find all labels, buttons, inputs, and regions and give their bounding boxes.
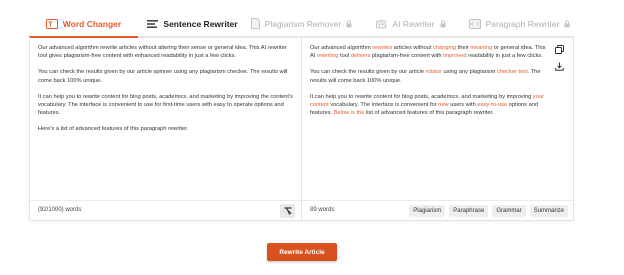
editor-panel: Our advanced algorithm rewrite articles … bbox=[29, 37, 574, 221]
tab-sentence-rewriter[interactable]: Sentence Rewriter bbox=[138, 11, 247, 38]
output-text: Our advanced algorithm rewrites articles… bbox=[310, 44, 548, 125]
tab-label: AI Rewriter bbox=[392, 18, 435, 29]
input-paragraph: Our advanced algorithm rewrite articles … bbox=[38, 45, 287, 60]
input-paragraph: It can help you to rewrite content for b… bbox=[38, 93, 293, 117]
lock-icon bbox=[440, 19, 446, 28]
tab-label: Word Changer bbox=[62, 18, 122, 29]
tab-plagiarism-remover[interactable]: Plagiarism Remover bbox=[247, 11, 356, 38]
paraphrase-button[interactable]: Paraphrase bbox=[449, 205, 489, 217]
tab-label: Sentence Rewriter bbox=[163, 18, 238, 29]
changed-word[interactable]: rewrites bbox=[372, 45, 392, 51]
copy-icon bbox=[554, 41, 564, 59]
output-text-segment: Our advanced algorithm bbox=[310, 45, 373, 51]
input-textarea[interactable]: Our advanced algorithm rewrite articles … bbox=[38, 44, 293, 141]
check-buttons: Plagiarism Paraphrase Grammar Summarize bbox=[409, 205, 568, 217]
output-text-segment: articles without bbox=[392, 45, 433, 51]
output-pane: Our advanced algorithm rewrites articles… bbox=[302, 37, 573, 220]
plagiarism-button[interactable]: Plagiarism bbox=[409, 205, 446, 217]
input-footer: (92/1000) words bbox=[30, 200, 301, 220]
input-paragraph: Here's a list of advanced features of th… bbox=[38, 126, 189, 133]
output-paragraph: You can check the results given by our a… bbox=[310, 68, 548, 85]
sentence-icon bbox=[147, 19, 159, 29]
input-paragraph: You can check the results given by our a… bbox=[38, 69, 288, 84]
output-text-segment: It can help you to rewrite content for b… bbox=[310, 93, 533, 100]
paragraph-icon bbox=[468, 18, 481, 29]
grammar-button[interactable]: Grammar bbox=[492, 205, 526, 217]
tool-tabs: T Word Changer Sentence Rewriter Plagiar… bbox=[29, 11, 574, 38]
output-text-segment: using any plagiarism bbox=[441, 69, 497, 76]
clear-text-button[interactable] bbox=[280, 204, 295, 218]
output-text-segment: tool bbox=[338, 53, 351, 60]
input-pane[interactable]: Our advanced algorithm rewrite articles … bbox=[30, 37, 302, 220]
input-word-count: (92/1000) words bbox=[38, 207, 82, 213]
output-footer: 89 words Plagiarism Paraphrase Grammar S… bbox=[302, 200, 573, 220]
changed-word[interactable]: meaning bbox=[470, 45, 492, 51]
tab-label: Paragraph Rewriter bbox=[485, 18, 560, 29]
summarize-button[interactable]: Summarize bbox=[529, 205, 568, 217]
output-text-segment: plagiarism-free content with bbox=[370, 53, 444, 60]
svg-text:T: T bbox=[48, 21, 53, 28]
changed-word[interactable]: easy-to-use bbox=[477, 102, 507, 108]
tab-paragraph-rewriter[interactable]: Paragraph Rewriter bbox=[465, 11, 574, 38]
output-paragraph: It can help you to rewrite content for b… bbox=[310, 93, 548, 118]
output-text-segment: users with bbox=[448, 102, 478, 109]
changed-word[interactable]: checker tool bbox=[497, 69, 528, 75]
changed-word[interactable]: rewriting bbox=[317, 53, 339, 59]
changed-word[interactable]: changing bbox=[433, 45, 456, 51]
changed-word[interactable]: rotator bbox=[426, 69, 442, 75]
download-icon bbox=[554, 58, 564, 76]
output-text-segment: vocabulary. The interface is convenient … bbox=[328, 102, 439, 109]
download-button[interactable] bbox=[553, 61, 565, 73]
tab-word-changer[interactable]: T Word Changer bbox=[29, 11, 138, 38]
output-text-segment: list of advanced features of this paragr… bbox=[364, 110, 494, 117]
output-actions bbox=[553, 44, 565, 73]
changed-word[interactable]: delivers bbox=[351, 53, 371, 59]
changed-word[interactable]: new bbox=[438, 102, 448, 108]
text-edit-icon: T bbox=[45, 18, 58, 29]
changed-word[interactable]: improved bbox=[443, 53, 466, 59]
output-text-segment: readability in just a few clicks. bbox=[466, 53, 543, 60]
output-text-segment: You can check the results given by our a… bbox=[310, 69, 426, 76]
output-text-segment: their bbox=[456, 45, 471, 51]
document-icon bbox=[250, 18, 260, 29]
lock-icon bbox=[346, 19, 352, 28]
tab-ai-rewriter[interactable]: AI Rewriter bbox=[356, 11, 465, 38]
output-paragraph: Our advanced algorithm rewrites articles… bbox=[310, 44, 548, 61]
rewrite-article-button[interactable]: Rewrite Article bbox=[267, 243, 337, 261]
tab-label: Plagiarism Remover bbox=[264, 18, 342, 29]
copy-button[interactable] bbox=[553, 44, 565, 56]
lock-icon bbox=[564, 19, 570, 28]
output-word-count: 89 words bbox=[310, 207, 335, 213]
changed-word[interactable]: Below is the bbox=[334, 110, 365, 116]
clear-format-icon bbox=[284, 202, 292, 220]
robot-icon bbox=[375, 18, 387, 29]
